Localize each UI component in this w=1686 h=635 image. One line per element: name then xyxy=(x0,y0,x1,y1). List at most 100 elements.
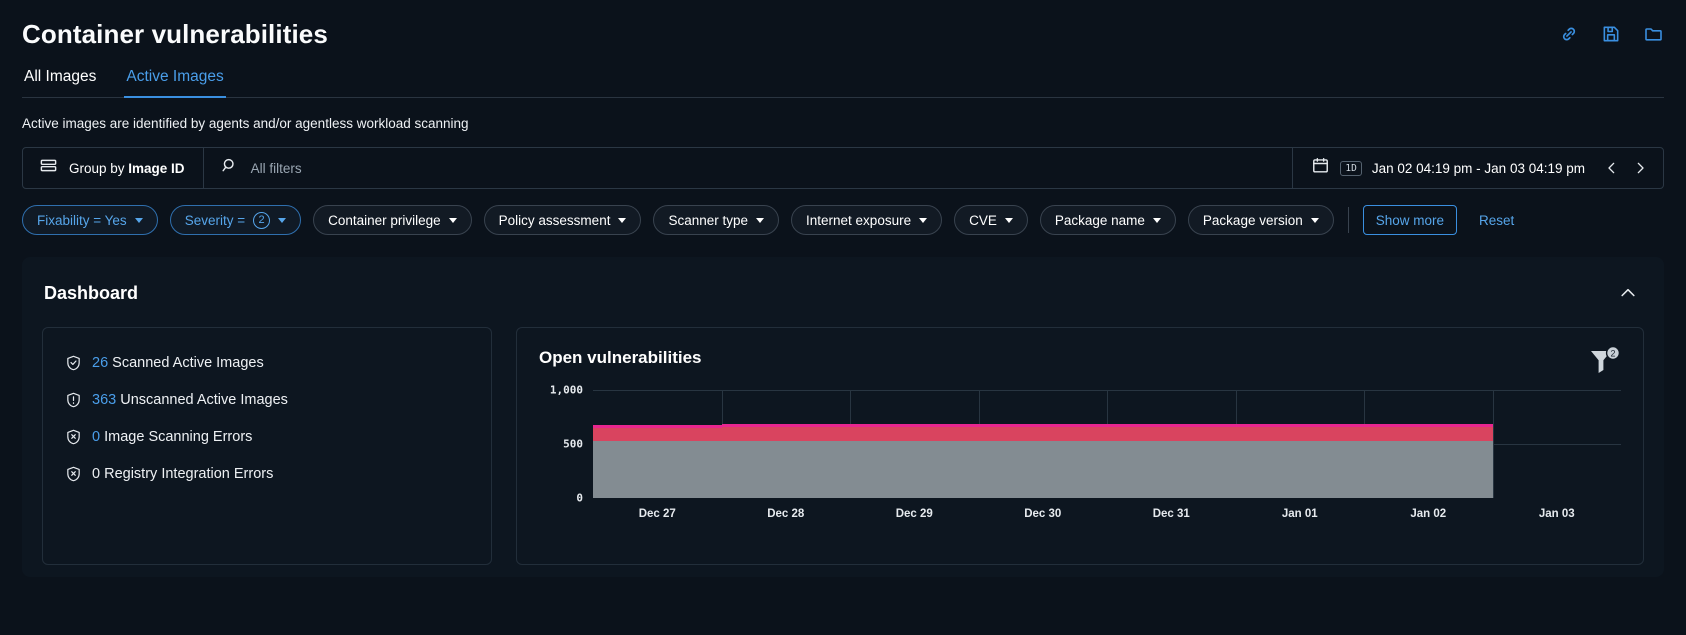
chart-bar[interactable] xyxy=(593,425,722,498)
folder-icon[interactable] xyxy=(1643,24,1664,44)
x-tick-label: Dec 27 xyxy=(638,508,676,520)
chip-cve-label: CVE xyxy=(969,212,997,228)
group-by-control[interactable]: Group by Image ID xyxy=(23,148,204,188)
chart-bar-segment xyxy=(1364,426,1493,441)
chevron-down-icon xyxy=(448,217,457,223)
dashboard-panels: 26 Scanned Active Images 363 Unscanned A… xyxy=(42,327,1644,565)
stat-value[interactable]: 26 xyxy=(92,355,108,371)
chevron-down-icon xyxy=(1152,217,1161,223)
chart-title: Open vulnerabilities xyxy=(539,348,702,367)
chevron-left-icon[interactable] xyxy=(1599,148,1625,188)
date-range-nav xyxy=(1599,148,1663,188)
chip-package-name[interactable]: Package name xyxy=(1039,205,1176,235)
chart-bar-segment xyxy=(1235,426,1364,441)
chip-severity-label: Severity = xyxy=(184,212,246,228)
chart-bar-segment xyxy=(593,427,722,441)
chart-bar[interactable] xyxy=(978,424,1107,498)
page-title: Container vulnerabilities xyxy=(22,19,328,49)
rows-icon xyxy=(39,156,58,180)
reset-link[interactable]: Reset xyxy=(1479,213,1514,228)
chart-bar-segment xyxy=(1107,426,1236,441)
stat-row: 0 Registry Integration Errors xyxy=(65,465,469,483)
link-icon[interactable] xyxy=(1559,24,1579,44)
stat-value[interactable]: 363 xyxy=(92,392,116,408)
chip-severity[interactable]: Severity = 2 xyxy=(169,205,302,235)
shield-alert-icon xyxy=(65,391,82,409)
chart-bar-segment xyxy=(721,426,850,441)
chart-bar[interactable] xyxy=(721,424,850,498)
chart-bar[interactable] xyxy=(850,424,979,498)
date-range-text: Jan 02 04:19 pm - Jan 03 04:19 pm xyxy=(1371,160,1585,176)
chart-vertical-gridline xyxy=(1492,390,1494,498)
chip-divider xyxy=(1347,207,1349,233)
x-tick-label: Jan 03 xyxy=(1538,508,1575,520)
title-row: Container vulnerabilities xyxy=(22,18,1664,50)
stat-text: 0 Image Scanning Errors xyxy=(92,429,252,445)
chip-policy-assessment[interactable]: Policy assessment xyxy=(483,205,642,235)
chart-bar-segment xyxy=(721,440,850,498)
stat-value: 0 xyxy=(92,466,101,482)
all-filters-placeholder: All filters xyxy=(250,160,302,176)
chart-plot xyxy=(593,390,1621,498)
header-actions xyxy=(1559,18,1664,44)
chart-bar-segment xyxy=(1364,440,1493,498)
show-more-button[interactable]: Show more xyxy=(1362,205,1458,235)
stat-row: 0 Image Scanning Errors xyxy=(65,428,469,446)
app-page: Container vulnerabilities All Images Act… xyxy=(0,0,1686,635)
chart-plot-area: Dec 27 Dec 28 Dec 29 Dec 30 Dec 31 Jan 01 Jan … xyxy=(593,390,1621,535)
chip-policy-assessment-label: Policy assessment xyxy=(498,212,611,228)
chevron-up-icon[interactable] xyxy=(1614,279,1642,307)
chip-fixability[interactable]: Fixability = Yes xyxy=(22,205,158,235)
chart-bar-segment xyxy=(850,440,979,498)
all-filters-input[interactable]: All filters xyxy=(204,148,1294,188)
stat-text: 26 Scanned Active Images xyxy=(92,355,264,371)
chevron-down-icon xyxy=(756,217,765,223)
chip-package-version-label: Package version xyxy=(1202,212,1303,228)
chip-container-privilege-label: Container privilege xyxy=(328,212,441,228)
stat-label: Registry Integration Errors xyxy=(104,466,274,482)
y-tick-label: 1,000 xyxy=(549,383,583,397)
x-tick-label: Dec 28 xyxy=(767,508,805,520)
chip-container-privilege[interactable]: Container privilege xyxy=(313,205,472,235)
group-by-value: Image ID xyxy=(128,160,185,176)
save-icon[interactable] xyxy=(1601,24,1621,44)
x-tick-label: Dec 30 xyxy=(1024,508,1062,520)
chip-scanner-type-label: Scanner type xyxy=(668,212,749,228)
tab-bar: All Images Active Images xyxy=(22,68,1664,98)
chip-scanner-type[interactable]: Scanner type xyxy=(653,205,780,235)
chart-bar[interactable] xyxy=(1235,424,1364,498)
shield-x-icon xyxy=(65,465,82,483)
x-tick-label: Jan 01 xyxy=(1281,508,1318,520)
dashboard-title: Dashboard xyxy=(44,282,139,303)
shield-check-icon xyxy=(65,354,82,372)
chip-package-version[interactable]: Package version xyxy=(1187,205,1334,235)
chart-bar-segment xyxy=(978,426,1107,441)
calendar-icon xyxy=(1311,156,1330,180)
chart-y-axis: 1,000 500 0 xyxy=(539,384,593,535)
date-range-badge: 1D xyxy=(1340,160,1362,176)
chart-bar[interactable] xyxy=(1107,424,1236,498)
page-header: Container vulnerabilities All Images Act… xyxy=(0,0,1686,98)
chart-bar[interactable] xyxy=(1364,424,1493,498)
stat-row: 363 Unscanned Active Images xyxy=(65,391,469,409)
chip-fixability-label: Fixability = Yes xyxy=(37,212,127,228)
y-tick-label: 0 xyxy=(576,491,583,505)
chevron-right-icon[interactable] xyxy=(1627,148,1653,188)
chip-cve[interactable]: CVE xyxy=(954,205,1028,235)
funnel-badge-count: 2 xyxy=(1610,348,1615,358)
filter-toolbar: Group by Image ID All filters 1D Jan 02 … xyxy=(22,147,1664,189)
shield-x-icon xyxy=(65,428,82,446)
chip-internet-exposure[interactable]: Internet exposure xyxy=(791,205,943,235)
chart-bar-segment xyxy=(593,440,722,498)
date-range-picker[interactable]: 1D Jan 02 04:19 pm - Jan 03 04:19 pm xyxy=(1293,148,1599,188)
open-vulnerabilities-card: Open vulnerabilities 2 1,000 500 0 Dec 2… xyxy=(516,327,1644,565)
dashboard-section: Dashboard 26 Scanned Active Images 363 U… xyxy=(0,235,1686,577)
filter-funnel-icon[interactable]: 2 xyxy=(1587,345,1621,376)
x-tick-label: Dec 29 xyxy=(895,508,933,520)
chevron-down-icon xyxy=(1310,217,1319,223)
tab-active-images[interactable]: Active Images xyxy=(124,68,226,98)
stat-value[interactable]: 0 xyxy=(92,429,100,445)
dashboard-header: Dashboard xyxy=(42,275,1644,307)
stat-label: Scanned Active Images xyxy=(112,355,264,371)
tab-all-images[interactable]: All Images xyxy=(22,68,98,98)
